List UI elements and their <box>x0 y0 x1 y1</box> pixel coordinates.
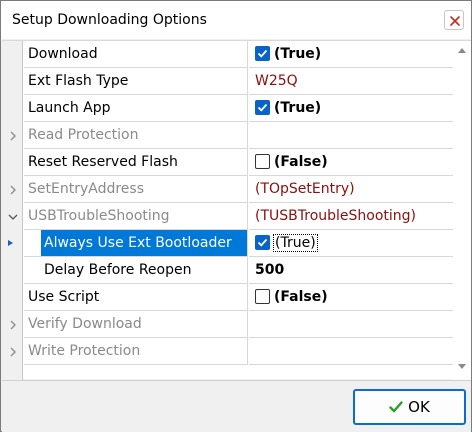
checkbox-checked[interactable] <box>255 234 270 250</box>
property-row-download[interactable]: Download (True) <box>2 41 453 68</box>
property-name: Use Script <box>24 284 248 311</box>
property-row-delay-before-reopen[interactable]: Delay Before Reopen 500 <box>2 257 453 284</box>
property-name: SetEntryAddress <box>24 176 248 203</box>
property-name: Always Use Ext Bootloader <box>41 230 248 257</box>
checkmark-icon <box>257 49 268 58</box>
chevron-right-icon[interactable] <box>6 129 20 143</box>
property-value-download[interactable]: (True) <box>249 41 453 68</box>
property-row-write-protection[interactable]: Write Protection <box>2 338 453 365</box>
property-value-delay-before-reopen[interactable]: 500 <box>249 257 453 284</box>
property-row-launch-app[interactable]: Launch App (True) <box>2 95 453 122</box>
chevron-down-icon[interactable] <box>6 210 20 224</box>
chevron-right-icon[interactable] <box>6 183 20 197</box>
property-name: USBTroubleShooting <box>24 203 248 230</box>
property-name: Write Protection <box>24 338 248 365</box>
chevron-right-icon[interactable] <box>6 345 20 359</box>
property-value-write-protection[interactable] <box>249 338 453 365</box>
property-value-always-use-ext-bootloader[interactable]: (True) <box>249 230 453 257</box>
checkmark-icon <box>257 103 268 112</box>
property-name: Delay Before Reopen <box>41 257 248 284</box>
ok-label: OK <box>408 398 430 416</box>
property-value-verify-download[interactable] <box>249 311 453 338</box>
property-name: Read Protection <box>24 122 248 149</box>
value-text: (False) <box>274 289 328 305</box>
title-bar[interactable]: Setup Downloading Options <box>1 1 471 39</box>
chevron-right-icon[interactable] <box>6 318 20 332</box>
property-value-reset-reserved-flash[interactable]: (False) <box>249 149 453 176</box>
property-value-use-script[interactable]: (False) <box>249 284 453 311</box>
property-name: Ext Flash Type <box>24 68 248 95</box>
current-row-arrow-icon <box>8 240 13 246</box>
property-row-read-protection[interactable]: Read Protection <box>2 122 453 149</box>
property-value-usb-trouble-shooting[interactable]: (TUSBTroubleShooting) <box>249 203 453 230</box>
close-icon <box>450 16 460 26</box>
indent-spacer <box>24 257 41 284</box>
property-row-ext-flash-type[interactable]: Ext Flash Type W25Q <box>2 68 453 95</box>
checkbox-checked[interactable] <box>255 99 270 115</box>
value-text: (True) <box>274 100 322 116</box>
property-row-use-script[interactable]: Use Script (False) <box>2 284 453 311</box>
property-name: Launch App <box>24 95 248 122</box>
property-row-verify-download[interactable]: Verify Download <box>2 311 453 338</box>
property-row-set-entry-address[interactable]: SetEntryAddress (TOpSetEntry) <box>2 176 453 203</box>
value-text: (True) <box>273 234 318 252</box>
property-row-usb-trouble-shooting[interactable]: USBTroubleShooting (TUSBTroubleShooting) <box>2 203 453 230</box>
property-value-ext-flash-type[interactable]: W25Q <box>249 68 453 95</box>
ok-button[interactable]: OK <box>353 389 466 425</box>
property-name: Download <box>24 41 248 68</box>
property-row-reset-reserved-flash[interactable]: Reset Reserved Flash (False) <box>2 149 453 176</box>
checkmark-icon <box>257 238 268 247</box>
dialog-title: Setup Downloading Options <box>12 12 207 28</box>
property-row-always-use-ext-bootloader[interactable]: Always Use Ext Bootloader (True) <box>2 230 453 257</box>
property-name: Reset Reserved Flash <box>24 149 248 176</box>
setup-downloading-options-dialog: Setup Downloading Options Download (True… <box>0 0 472 432</box>
property-name: Verify Download <box>24 311 248 338</box>
value-text: (False) <box>274 154 328 170</box>
indent-spacer <box>24 230 41 257</box>
green-check-icon <box>389 401 403 413</box>
checkbox-checked[interactable] <box>255 45 270 61</box>
property-value-set-entry-address[interactable]: (TOpSetEntry) <box>249 176 453 203</box>
close-button[interactable] <box>444 10 464 30</box>
scroll-down-arrow-icon[interactable] <box>457 363 467 370</box>
checkbox-unchecked[interactable] <box>255 153 270 169</box>
checkbox-unchecked[interactable] <box>255 288 270 304</box>
value-text: (True) <box>274 46 322 62</box>
property-grid[interactable]: Download (True) Ext Flash Type W25Q Laun… <box>2 40 471 380</box>
property-value-launch-app[interactable]: (True) <box>249 95 453 122</box>
dialog-footer: OK <box>2 380 471 432</box>
scroll-up-arrow-icon[interactable] <box>457 47 467 54</box>
property-value-read-protection[interactable] <box>249 122 453 149</box>
vertical-scrollbar[interactable] <box>453 41 471 380</box>
